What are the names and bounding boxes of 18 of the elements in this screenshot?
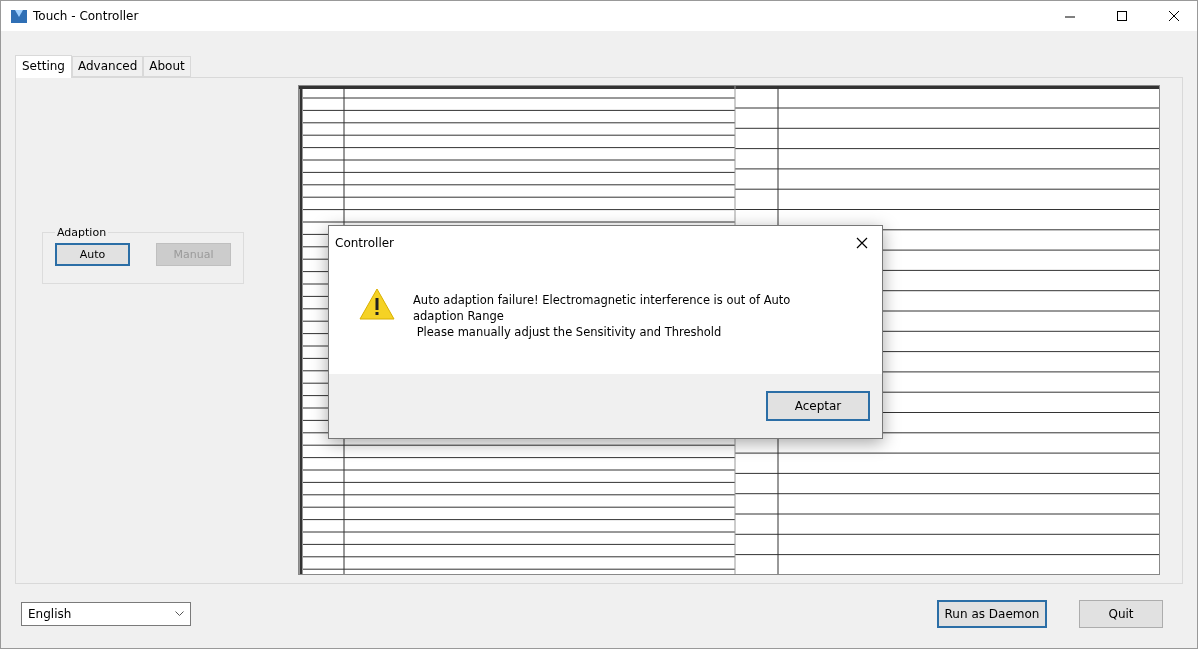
tab[interactable]: Advanced xyxy=(71,56,144,77)
window-title: Touch - Controller xyxy=(33,9,140,23)
error-message: Auto adaption failure! Electromagnetic interference is out of Auto adaption Range Please manually adjust the Sensitivity and Threshold xyxy=(413,292,791,340)
warning-icon xyxy=(359,288,395,320)
maximize-icon xyxy=(1116,10,1128,22)
language-dropdown[interactable]: English xyxy=(21,602,191,626)
tab[interactable]: About xyxy=(143,56,191,77)
group-label: Adaption xyxy=(56,226,108,239)
chevron-icon xyxy=(175,611,184,617)
accept-button[interactable]: Aceptar xyxy=(766,391,870,421)
button[interactable]: Auto xyxy=(55,243,130,266)
tab[interactable]: Setting xyxy=(15,55,72,78)
app-icon xyxy=(11,9,27,23)
button[interactable]: Run as Daemon xyxy=(937,600,1047,628)
dialog-title: Controller xyxy=(335,236,395,250)
close-icon xyxy=(1168,10,1180,22)
button[interactable]: Quit xyxy=(1079,600,1163,628)
close-icon xyxy=(856,237,868,249)
